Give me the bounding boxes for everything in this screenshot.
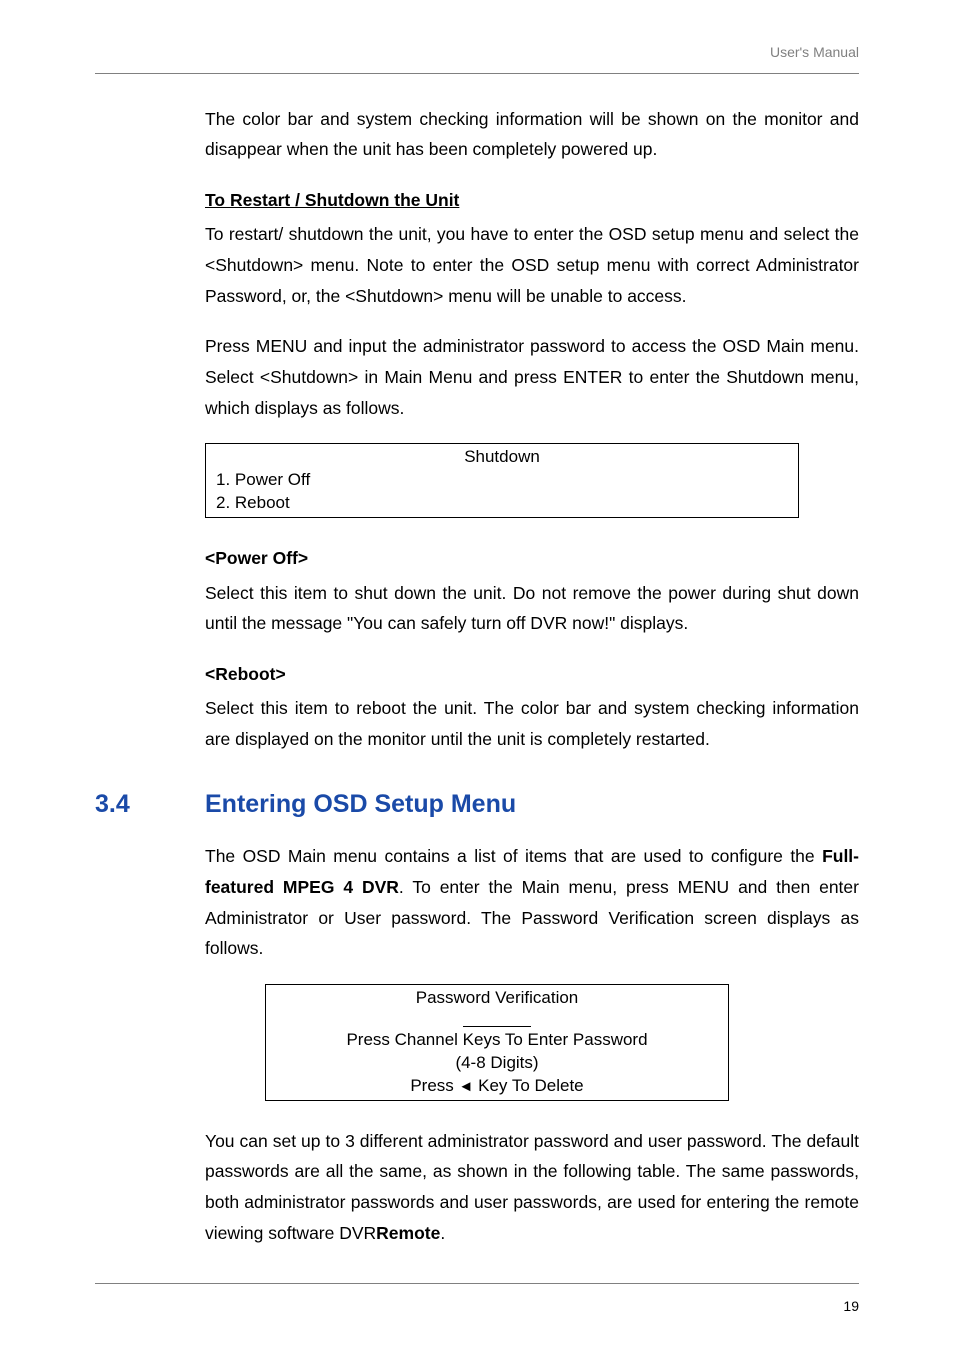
poweroff-heading: <Power Off> [205, 548, 308, 568]
restart-heading-wrapper: To Restart / Shutdown the Unit [205, 185, 859, 216]
shutdown-item-reboot: 2. Reboot [216, 492, 788, 515]
page-number: 19 [95, 1294, 859, 1319]
para7-part-a: You can set up to 3 different administra… [205, 1131, 859, 1243]
verif-line3b: Key To Delete [473, 1076, 583, 1095]
section-title: Entering OSD Setup Menu [205, 783, 516, 827]
paragraph-7: You can set up to 3 different administra… [205, 1126, 859, 1249]
verif-line3a: Press [410, 1076, 458, 1095]
password-verification-box: Password Verification Press Channel Keys… [265, 984, 729, 1101]
reboot-heading: <Reboot> [205, 664, 286, 684]
header-manual-label: User's Manual [95, 40, 859, 65]
paragraph-3: Press MENU and input the administrator p… [205, 331, 859, 423]
shutdown-menu-box: Shutdown 1. Power Off 2. Reboot [205, 443, 799, 518]
left-arrow-icon [459, 1076, 474, 1095]
verif-title: Password Verification [266, 987, 728, 1010]
content-block-2: The OSD Main menu contains a list of ite… [205, 841, 859, 1248]
shutdown-item-poweroff: 1. Power Off [216, 469, 788, 492]
verif-input-line [463, 1010, 531, 1027]
paragraph-5: Select this item to reboot the unit. The… [205, 693, 859, 754]
para7-bold: Remote [376, 1223, 440, 1243]
content-block: The color bar and system checking inform… [205, 104, 859, 755]
paragraph-4: Select this item to shut down the unit. … [205, 578, 859, 639]
section-number: 3.4 [95, 783, 205, 827]
footer-divider [95, 1283, 859, 1284]
paragraph-1: The color bar and system checking inform… [205, 104, 859, 165]
para7-part-b: . [440, 1223, 445, 1243]
verif-line3: Press Key To Delete [266, 1075, 728, 1098]
para6-part-a: The OSD Main menu contains a list of ite… [205, 846, 822, 866]
verif-line2: (4-8 Digits) [266, 1052, 728, 1075]
poweroff-heading-wrapper: <Power Off> [205, 543, 859, 574]
header-divider [95, 73, 859, 74]
paragraph-2: To restart/ shutdown the unit, you have … [205, 219, 859, 311]
paragraph-6: The OSD Main menu contains a list of ite… [205, 841, 859, 964]
shutdown-title: Shutdown [216, 446, 788, 469]
verif-line1: Press Channel Keys To Enter Password [266, 1029, 728, 1052]
section-heading-row: 3.4 Entering OSD Setup Menu [95, 783, 859, 827]
reboot-heading-wrapper: <Reboot> [205, 659, 859, 690]
restart-heading: To Restart / Shutdown the Unit [205, 190, 459, 210]
